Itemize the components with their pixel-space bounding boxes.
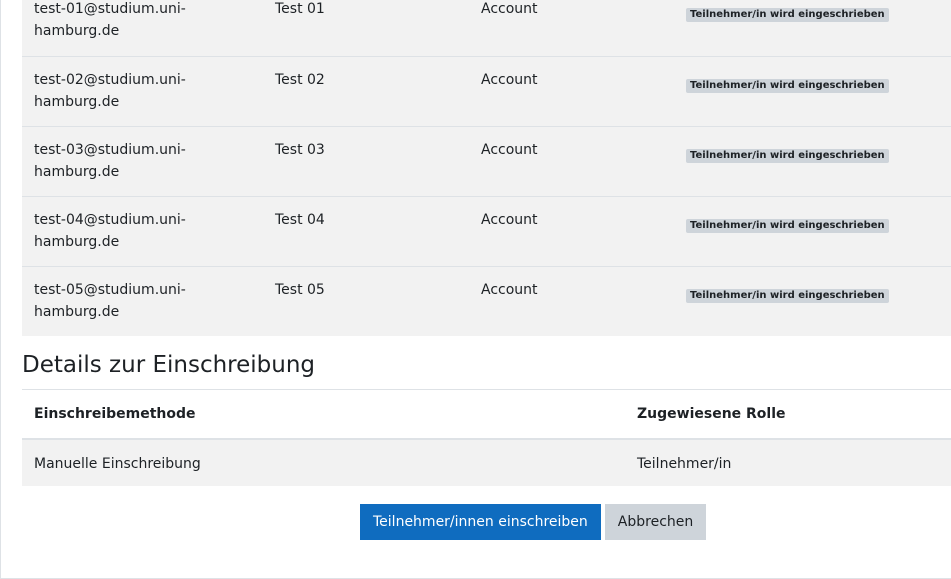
status-badge-wrap: Teilnehmer/in wird eingeschrieben [686, 73, 889, 95]
table-header: Einschreibemethode Zugewiesene Rolle [22, 390, 951, 440]
user-type: Account [481, 72, 538, 88]
status-badge: Teilnehmer/in wird eingeschrieben [686, 149, 889, 163]
user-name: Test 01 [275, 1, 325, 17]
table-row: test-05@studium.uni-hamburg.de Test 05 A… [22, 266, 951, 336]
details-title: Details zur Einschreibung [22, 352, 316, 378]
user-email: test-03@studium.uni-hamburg.de [34, 142, 186, 180]
user-name: Test 04 [275, 212, 325, 228]
user-name: Test 03 [275, 142, 325, 158]
status-badge: Teilnehmer/in wird eingeschrieben [686, 79, 889, 93]
status-badge: Teilnehmer/in wird eingeschrieben [686, 219, 889, 233]
status-badge-wrap: Teilnehmer/in wird eingeschrieben [686, 283, 889, 305]
table-row: test-04@studium.uni-hamburg.de Test 04 A… [22, 196, 951, 266]
status-badge: Teilnehmer/in wird eingeschrieben [686, 289, 889, 303]
user-email: test-05@studium.uni-hamburg.de [34, 282, 186, 320]
user-email: test-01@studium.uni-hamburg.de [34, 1, 186, 39]
user-email: test-04@studium.uni-hamburg.de [34, 212, 186, 250]
page-frame: test-01@studium.uni-hamburg.de Test 01 A… [0, 0, 951, 579]
header-role: Zugewiesene Rolle [637, 406, 786, 422]
method-value: Manuelle Einschreibung [34, 456, 201, 472]
user-type: Account [481, 282, 538, 298]
user-type: Account [481, 142, 538, 158]
cancel-button[interactable]: Abbrechen [604, 504, 707, 540]
main-content: test-01@studium.uni-hamburg.de Test 01 A… [22, 0, 951, 540]
table-row: test-02@studium.uni-hamburg.de Test 02 A… [22, 56, 951, 126]
user-email: test-02@studium.uni-hamburg.de [34, 72, 186, 110]
header-method: Einschreibemethode [34, 406, 196, 422]
table-row: Manuelle Einschreibung Teilnehmer/in [22, 440, 951, 486]
role-value: Teilnehmer/in [637, 456, 732, 472]
user-type: Account [481, 1, 538, 17]
user-list: test-01@studium.uni-hamburg.de Test 01 A… [22, 0, 951, 336]
user-type: Account [481, 212, 538, 228]
status-badge-wrap: Teilnehmer/in wird eingeschrieben [686, 213, 889, 235]
status-badge: Teilnehmer/in wird eingeschrieben [686, 8, 889, 22]
enrol-users-button[interactable]: Teilnehmer/innen einschreiben [360, 504, 601, 540]
status-badge-wrap: Teilnehmer/in wird eingeschrieben [686, 143, 889, 165]
enrolment-details-table: Einschreibemethode Zugewiesene Rolle Man… [22, 389, 951, 486]
action-buttons: Teilnehmer/innen einschreiben Abbrechen [360, 504, 707, 540]
table-row: test-03@studium.uni-hamburg.de Test 03 A… [22, 126, 951, 196]
user-name: Test 05 [275, 282, 325, 298]
table-row: test-01@studium.uni-hamburg.de Test 01 A… [22, 0, 951, 56]
status-badge-wrap: Teilnehmer/in wird eingeschrieben [686, 2, 889, 24]
user-name: Test 02 [275, 72, 325, 88]
